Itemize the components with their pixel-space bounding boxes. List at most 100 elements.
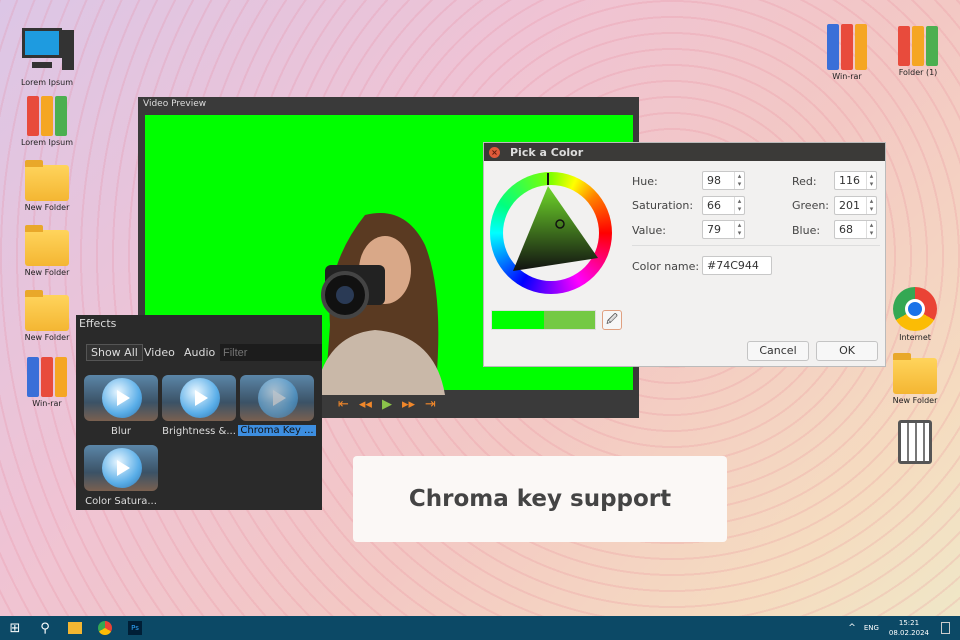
monitor-icon xyxy=(18,26,76,76)
red-spinbox[interactable]: 116 ▴ ▾ xyxy=(834,171,877,190)
binders-icon xyxy=(12,96,82,136)
winrar-icon xyxy=(812,24,882,70)
icon-label: New Folder xyxy=(24,268,70,277)
pick-color-dialog[interactable]: × Pick a Color 🖉 Hue: Saturation: Value: … xyxy=(483,142,886,367)
effect-thumb-brightness[interactable] xyxy=(162,375,236,421)
spin-arrows-icon[interactable]: ▴ ▾ xyxy=(734,221,744,238)
value-spinbox[interactable]: 79 ▴ ▾ xyxy=(702,220,745,239)
blue-spinbox[interactable]: 68 ▴ ▾ xyxy=(834,220,877,239)
desktop-icon-folder[interactable]: New Folder xyxy=(12,225,82,277)
chrome-icon[interactable] xyxy=(90,616,120,640)
desktop-icon-folder-1[interactable]: Folder (1) xyxy=(883,26,953,77)
desktop-icon-winrar[interactable]: Win-rar xyxy=(12,357,82,408)
windows-start-icon[interactable]: ⊞ xyxy=(0,616,30,640)
effect-thumb-chroma-key[interactable] xyxy=(240,375,314,421)
photoshop-icon[interactable]: Ps xyxy=(120,616,150,640)
panel-title: Effects xyxy=(79,317,117,330)
effect-thumb-color-saturation[interactable] xyxy=(84,445,158,491)
fast-forward-button[interactable]: ▸▸ xyxy=(402,397,415,412)
tab-audio[interactable]: Audio xyxy=(184,346,215,359)
icon-label: New Folder xyxy=(24,203,70,212)
spin-arrows-icon[interactable]: ▴ ▾ xyxy=(866,221,876,238)
eyedropper-button[interactable]: 🖉 xyxy=(602,310,622,330)
folder-icon xyxy=(25,290,69,331)
taskbar: ⊞ ⚲ Ps ^ ENG 15:21 08.02.2024 xyxy=(0,616,960,640)
icon-label: Lorem Ipsum xyxy=(20,78,74,87)
effects-panel[interactable]: Effects Show All Video Audio Blur Bright… xyxy=(76,315,322,510)
feature-caption: Chroma key support xyxy=(353,456,727,542)
date: 08.02.2024 xyxy=(888,629,929,637)
red-label: Red: xyxy=(792,175,817,188)
desktop-icon-computer[interactable]: Lorem Ipsum xyxy=(12,26,82,87)
window-title: Video Preview xyxy=(143,99,207,109)
hue-spinbox[interactable]: 98 ▴ ▾ xyxy=(702,171,745,190)
clock[interactable]: 15:21 08.02.2024 xyxy=(889,618,929,638)
desktop-icon-internet[interactable]: Internet xyxy=(880,287,950,342)
saturation-spinbox[interactable]: 66 ▴ ▾ xyxy=(702,196,745,215)
trash-icon xyxy=(898,420,932,464)
spin-arrows-icon[interactable]: ▴ ▾ xyxy=(734,197,744,214)
folder-icon xyxy=(25,225,69,266)
dialog-title: Pick a Color xyxy=(510,146,584,159)
binders-icon xyxy=(883,26,953,66)
close-icon[interactable]: × xyxy=(489,147,500,158)
tab-video[interactable]: Video xyxy=(144,346,175,359)
filter-input[interactable] xyxy=(220,344,322,361)
desktop-icon-binders[interactable]: Lorem Ipsum xyxy=(12,96,82,147)
cancel-button[interactable]: Cancel xyxy=(747,341,809,361)
chrome-icon xyxy=(893,287,937,331)
effect-thumb-blur[interactable] xyxy=(84,375,158,421)
green-value: 201 xyxy=(839,199,860,212)
color-name-input[interactable]: #74C944 xyxy=(702,256,772,275)
time: 15:21 xyxy=(898,619,920,627)
search-icon[interactable]: ⚲ xyxy=(30,616,60,640)
desktop-icon-folder[interactable]: New Folder xyxy=(12,160,82,212)
blue-label: Blue: xyxy=(792,224,821,237)
icon-label: New Folder xyxy=(892,396,938,405)
spin-arrows-icon[interactable]: ▴ ▾ xyxy=(734,172,744,189)
desktop-icon-winrar[interactable]: Win-rar xyxy=(812,24,882,81)
color-wheel[interactable] xyxy=(490,172,612,294)
folder-icon xyxy=(25,160,69,201)
tray-chevron-icon[interactable]: ^ xyxy=(848,623,856,633)
hue-value: 98 xyxy=(707,174,721,187)
color-compare-swatch xyxy=(491,310,596,330)
saturation-value-triangle[interactable] xyxy=(490,172,612,294)
effect-label-selected: Chroma Key ... xyxy=(238,425,316,436)
winrar-icon xyxy=(12,357,82,397)
spin-arrows-icon[interactable]: ▴ ▾ xyxy=(866,172,876,189)
icon-label: Win-rar xyxy=(32,399,62,408)
blue-value: 68 xyxy=(839,223,853,236)
effect-label: Blur xyxy=(110,426,132,437)
icon-label: New Folder xyxy=(24,333,70,342)
spin-arrows-icon[interactable]: ▴ ▾ xyxy=(866,197,876,214)
red-value: 116 xyxy=(839,174,860,187)
file-explorer-icon[interactable] xyxy=(60,616,90,640)
skip-start-button[interactable]: ⇤ xyxy=(338,397,349,412)
recycle-bin[interactable] xyxy=(880,420,950,466)
tab-show-all[interactable]: Show All xyxy=(86,344,143,361)
icon-label: Internet xyxy=(899,333,931,342)
hue-label: Hue: xyxy=(632,175,658,188)
saturation-value: 66 xyxy=(707,199,721,212)
skip-end-button[interactable]: ⇥ xyxy=(425,397,436,412)
folder-icon xyxy=(893,353,937,394)
icon-label: Win-rar xyxy=(832,72,862,81)
effect-label: Brightness &... xyxy=(162,426,236,437)
green-spinbox[interactable]: 201 ▴ ▾ xyxy=(834,196,877,215)
green-label: Green: xyxy=(792,199,830,212)
divider xyxy=(632,245,880,246)
rewind-button[interactable]: ◂◂ xyxy=(359,397,372,412)
icon-label: Folder (1) xyxy=(898,68,938,77)
notification-icon[interactable] xyxy=(941,622,950,634)
icon-label: Lorem Ipsum xyxy=(20,138,74,147)
play-button[interactable]: ▶ xyxy=(382,397,392,412)
effect-label: Color Satura... xyxy=(85,496,157,507)
desktop-icon-folder[interactable]: New Folder xyxy=(12,290,82,342)
language-indicator[interactable]: ENG xyxy=(864,624,879,632)
saturation-label: Saturation: xyxy=(632,199,694,212)
color-name-label: Color name: xyxy=(632,260,700,273)
desktop-icon-folder[interactable]: New Folder xyxy=(880,353,950,405)
ok-button[interactable]: OK xyxy=(816,341,878,361)
value-value: 79 xyxy=(707,223,721,236)
